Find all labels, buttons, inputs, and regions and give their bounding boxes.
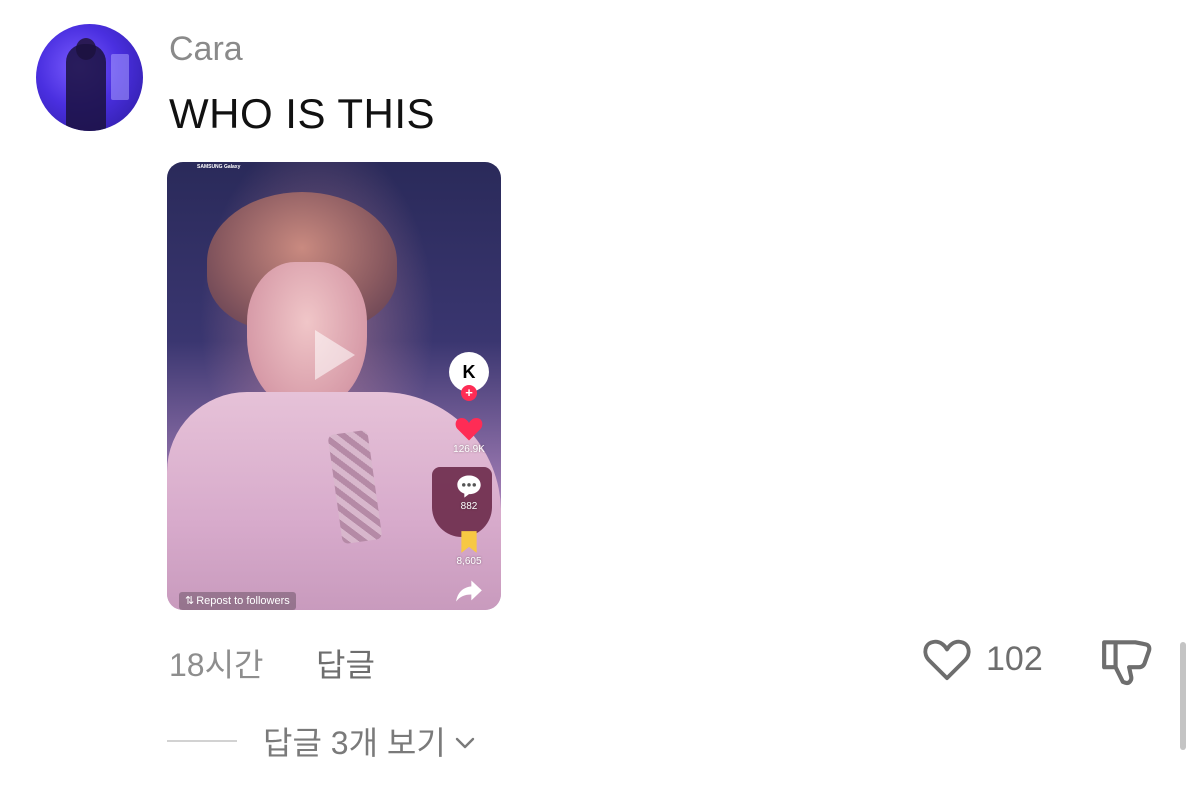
- heart-outline-icon: [923, 639, 971, 681]
- heart-icon: [455, 418, 483, 441]
- video-brand-text: SAMSUNG Galaxy: [197, 164, 241, 170]
- video-thumbnail[interactable]: SAMSUNG Galaxy K + 126.9K 882 8,605 ⇅ Re…: [167, 162, 501, 610]
- reply-divider-line: [167, 740, 237, 742]
- video-save-item[interactable]: 8,605: [456, 530, 482, 567]
- avatar[interactable]: [36, 24, 143, 131]
- repost-icon: ⇅: [185, 595, 195, 607]
- view-replies-label: 답글 3개 보기: [263, 725, 446, 761]
- video-account-initial: K: [462, 361, 476, 382]
- view-replies-button[interactable]: 답글 3개 보기: [167, 718, 476, 764]
- bookmark-icon: [461, 531, 477, 553]
- repost-label: Repost to followers: [196, 595, 290, 607]
- follow-plus-icon[interactable]: +: [461, 385, 477, 401]
- scrollbar[interactable]: [1180, 642, 1186, 750]
- reply-button[interactable]: 답글: [316, 640, 375, 686]
- video-comment-item[interactable]: 882: [455, 473, 483, 512]
- video-share-item[interactable]: [455, 579, 483, 603]
- repost-to-followers-badge[interactable]: ⇅ Repost to followers: [179, 592, 296, 610]
- video-save-count: 8,605: [456, 556, 482, 567]
- thumbs-down-icon: [1102, 640, 1152, 686]
- comment-icon: [457, 475, 481, 498]
- video-account-avatar[interactable]: K +: [449, 352, 489, 401]
- video-comment-count: 882: [460, 501, 478, 512]
- play-icon[interactable]: [315, 330, 355, 380]
- username[interactable]: Cara: [169, 30, 243, 69]
- dislike-button[interactable]: [1100, 636, 1154, 691]
- comment-timestamp: 18시간: [169, 647, 264, 683]
- like-count: 102: [986, 639, 1043, 678]
- comment-page: Cara WHO IS THIS SAMSUNG Galaxy K + 126.…: [0, 0, 1200, 794]
- like-button[interactable]: 102: [922, 636, 1043, 682]
- chevron-down-icon: [455, 737, 474, 749]
- avatar-background-detail: [111, 54, 129, 100]
- avatar-figure: [66, 44, 106, 131]
- share-icon: [456, 580, 482, 602]
- video-like-count: 126.9K: [453, 444, 485, 455]
- comment-text: WHO IS THIS: [169, 90, 436, 137]
- video-action-rail: K + 126.9K 882 8,605: [443, 352, 495, 603]
- video-like-item[interactable]: 126.9K: [453, 414, 485, 455]
